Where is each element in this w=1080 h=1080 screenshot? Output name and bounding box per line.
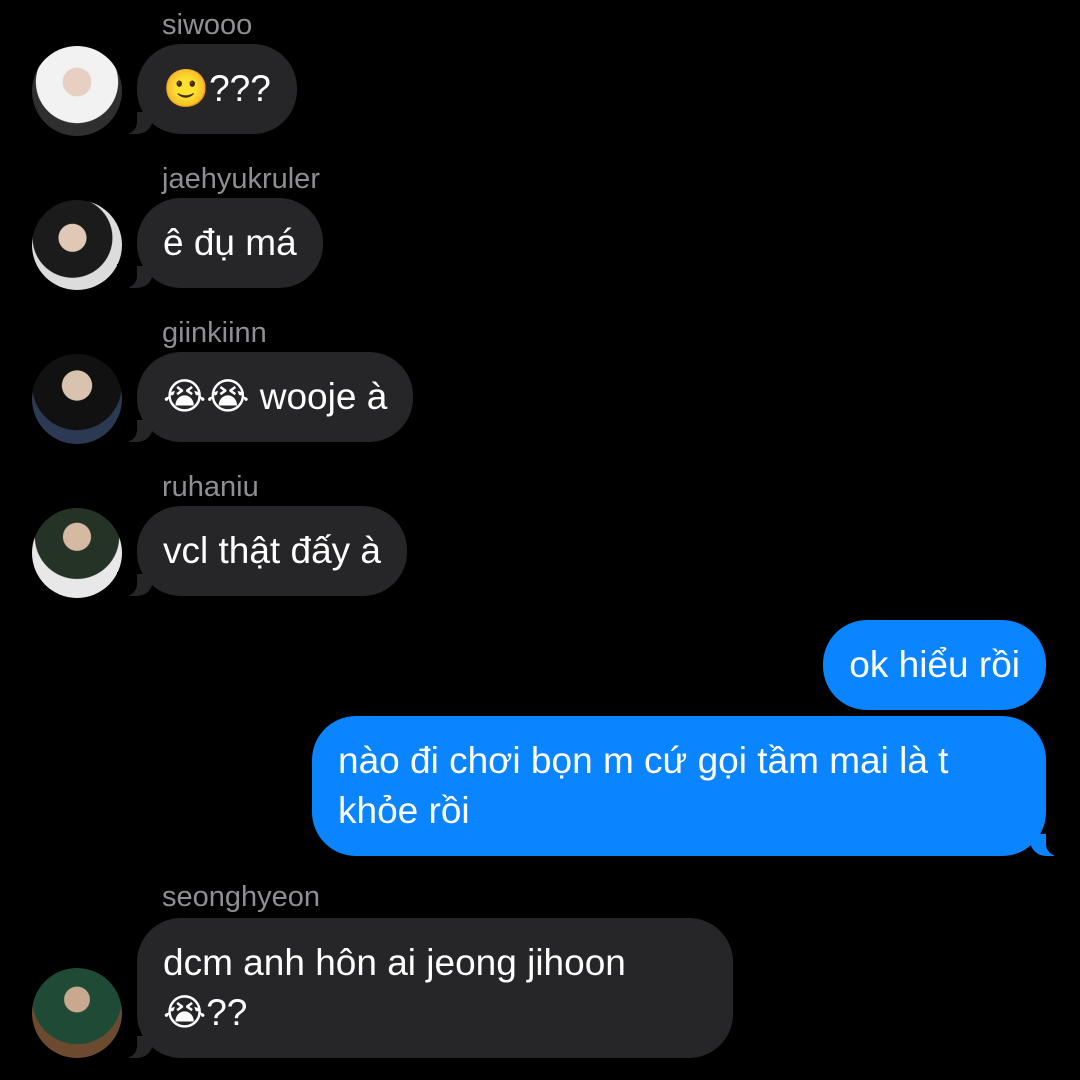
avatar[interactable] bbox=[32, 968, 122, 1058]
sender-name: giinkiinn bbox=[162, 317, 267, 349]
message-bubble-incoming[interactable]: ê đụ má bbox=[117, 198, 323, 288]
avatar[interactable] bbox=[32, 200, 122, 290]
sender-name: jaehyukruler bbox=[162, 163, 320, 195]
message-bubble-incoming[interactable]: vcl thật đấy à bbox=[116, 506, 408, 596]
message-bubble-outgoing[interactable]: ok hiểu rồi bbox=[823, 620, 1046, 710]
sender-name: ruhaniu bbox=[162, 471, 259, 503]
message-bubble-incoming[interactable]: 😭😭 wooje à bbox=[116, 352, 414, 442]
message-bubble-incoming[interactable]: dcm anh hôn ai jeong jihoon 😭?? bbox=[117, 918, 733, 1058]
chat-screen: siwooo 🙂??? jaehyukruler ê đụ má giinkii… bbox=[0, 0, 1080, 1080]
avatar[interactable] bbox=[32, 508, 122, 598]
message-bubble-incoming[interactable]: 🙂??? bbox=[117, 44, 297, 134]
sender-name: seonghyeon bbox=[162, 881, 321, 913]
avatar[interactable] bbox=[32, 46, 122, 136]
sender-name: siwooo bbox=[162, 9, 253, 41]
avatar[interactable] bbox=[32, 354, 122, 444]
message-bubble-outgoing[interactable]: nào đi chơi bọn m cứ gọi tầm mai là t kh… bbox=[312, 716, 1066, 856]
